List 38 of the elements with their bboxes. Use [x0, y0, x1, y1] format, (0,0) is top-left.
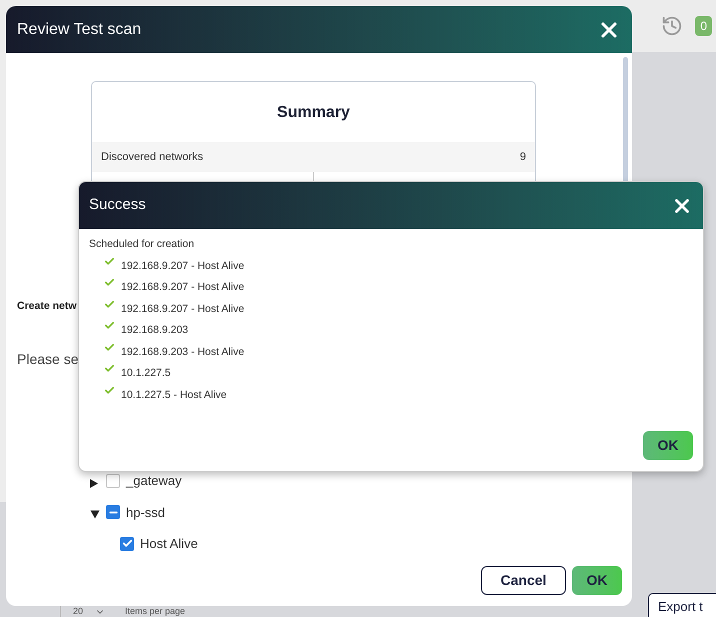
dialog-title: Review Test scan: [17, 20, 142, 40]
check-icon: [104, 342, 115, 353]
expand-arrow-icon[interactable]: [90, 479, 100, 488]
list-item: 192.168.9.203 - Host Alive: [121, 344, 244, 360]
notification-badge: 0: [695, 16, 712, 36]
check-icon: [104, 256, 115, 267]
check-icon: [104, 320, 115, 332]
list-item: 10.1.227.5: [121, 366, 171, 382]
check-icon: [104, 384, 115, 396]
cancel-button[interactable]: Cancel: [481, 566, 566, 595]
check-icon: [104, 277, 115, 288]
check-icon: [104, 298, 115, 310]
list-item: 192.168.9.207 - Host Alive: [121, 258, 244, 274]
ok-button[interactable]: OK: [572, 566, 622, 595]
summary-label: Discovered networks: [101, 150, 204, 165]
list-item: 192.168.9.207 - Host Alive: [121, 302, 244, 317]
ok-button[interactable]: OK: [643, 431, 693, 460]
tree-item-label[interactable]: Host Alive: [140, 534, 198, 554]
collapse-arrow-icon[interactable]: [90, 510, 100, 520]
list-item: 192.168.9.203: [121, 323, 188, 338]
summary-title: Summary: [276, 103, 351, 123]
checkbox[interactable]: [120, 536, 134, 551]
list-item: 10.1.227.5 - Host Alive: [121, 388, 227, 403]
prompt-text: Please se: [17, 350, 78, 369]
checkbox[interactable]: [106, 474, 120, 488]
check-icon: [104, 363, 115, 374]
section-label: Create netw: [17, 299, 77, 314]
dialog-title: Success: [89, 195, 146, 216]
summary-value: 9: [520, 150, 526, 165]
list-item: 192.168.9.207 - Host Alive: [121, 280, 244, 296]
check-icon: [122, 538, 132, 550]
checkbox[interactable]: [106, 505, 120, 520]
tree-item-label[interactable]: _gateway: [126, 471, 182, 490]
history-icon[interactable]: [661, 15, 684, 37]
export-button[interactable]: Export t: [648, 593, 716, 617]
tree-item-label[interactable]: hp-ssd: [126, 502, 166, 522]
list-heading: Scheduled for creation: [89, 237, 196, 252]
page-size-label: Items per page: [125, 606, 186, 617]
